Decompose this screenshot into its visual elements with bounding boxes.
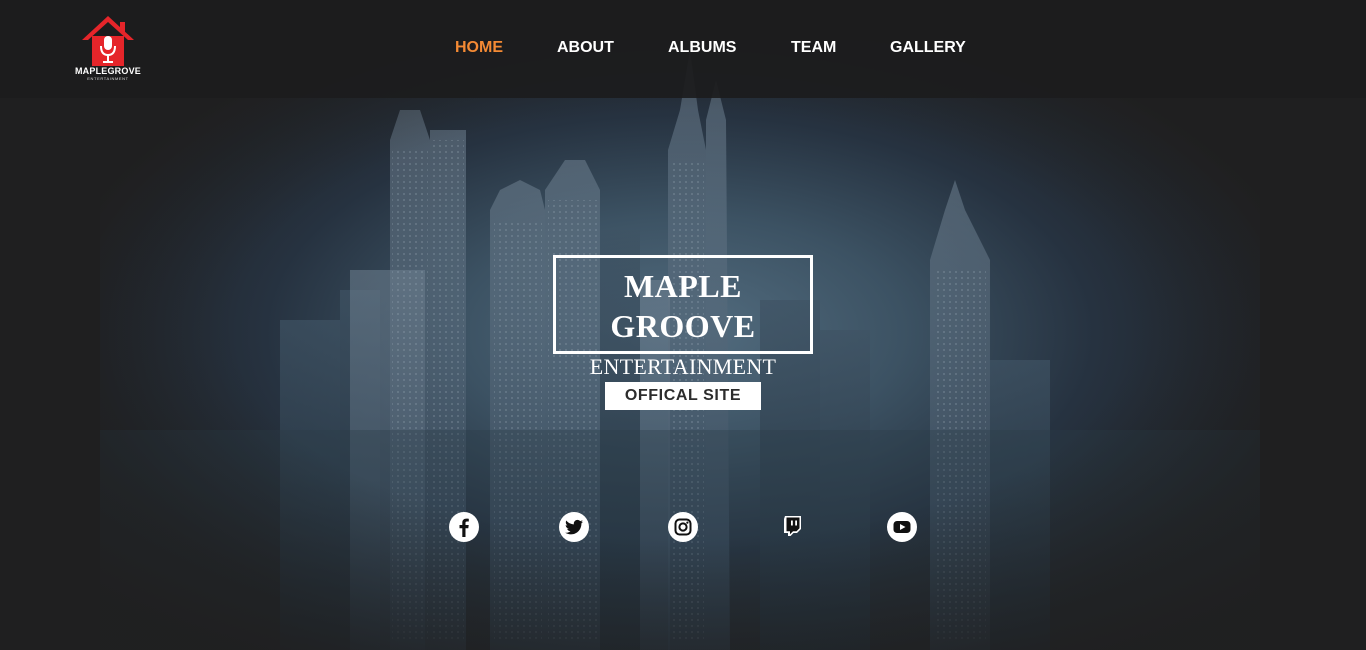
- youtube-link[interactable]: [886, 511, 918, 543]
- social-links: [0, 511, 1366, 543]
- twitch-icon: [784, 516, 801, 536]
- nav-item-about[interactable]: ABOUT: [557, 38, 614, 58]
- twitch-link[interactable]: [776, 511, 808, 543]
- logo-tagline: ENTERTAINMENT: [87, 76, 129, 81]
- hero-title-line1: MAPLE: [623, 268, 743, 304]
- youtube-icon: [887, 512, 917, 542]
- instagram-link[interactable]: [667, 511, 699, 543]
- facebook-link[interactable]: [448, 511, 480, 543]
- hero-subtitle: ENTERTAINMENT: [589, 354, 777, 379]
- site-header: MAPLEGROVE ENTERTAINMENT HOME ABOUT ALBU…: [0, 0, 1366, 98]
- main-nav: HOME ABOUT ALBUMS TEAM GALLERY: [0, 38, 1366, 60]
- logo-wordmark: MAPLEGROVE: [74, 66, 141, 76]
- nav-item-team[interactable]: TEAM: [791, 38, 836, 58]
- hero-title-line2: GROOVE: [610, 308, 756, 344]
- twitter-icon: [559, 512, 589, 542]
- hero-title-box: MAPLE GROOVE: [553, 255, 813, 354]
- official-site-button[interactable]: OFFICAL SITE: [605, 382, 761, 410]
- nav-item-albums[interactable]: ALBUMS: [668, 38, 736, 58]
- facebook-icon: [449, 512, 479, 542]
- twitter-link[interactable]: [558, 511, 590, 543]
- nav-item-home[interactable]: HOME: [455, 38, 503, 58]
- instagram-icon: [668, 512, 698, 542]
- nav-item-gallery[interactable]: GALLERY: [890, 38, 966, 58]
